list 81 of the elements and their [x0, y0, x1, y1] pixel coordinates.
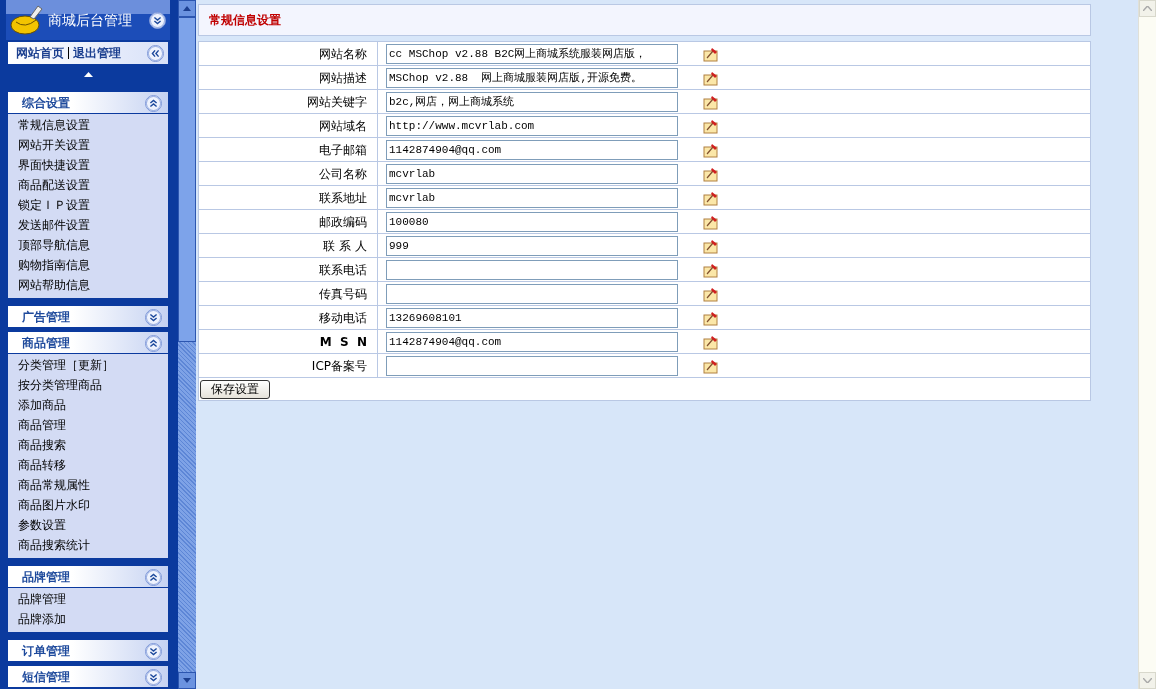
field-label: 网站描述: [319, 70, 368, 85]
edit-note-icon[interactable]: [703, 93, 719, 110]
collapse-icon[interactable]: [149, 11, 166, 29]
field-label: 网站域名: [319, 118, 368, 133]
field-label: 联系地址: [319, 190, 368, 205]
menu-item[interactable]: 锁定ＩＰ设置: [8, 195, 168, 215]
edit-note-icon[interactable]: [703, 309, 719, 326]
input-field[interactable]: MSChop v2.88 网上商城服装网店版,开源免费。: [386, 67, 678, 88]
menu-item[interactable]: 商品转移: [8, 455, 168, 475]
nav-link[interactable]: 网站首页: [16, 44, 64, 62]
edit-note-icon[interactable]: [703, 165, 719, 182]
edit-note-icon[interactable]: [703, 69, 719, 86]
nav-link[interactable]: 退出管理: [73, 44, 121, 62]
edit-note-icon[interactable]: [703, 117, 719, 134]
field-label: M S N: [319, 334, 368, 349]
menu-item[interactable]: 网站开关设置: [8, 135, 168, 155]
menu-item[interactable]: 顶部导航信息: [8, 235, 168, 255]
edit-note-icon[interactable]: [703, 285, 719, 302]
input-field[interactable]: 999: [386, 235, 678, 256]
edit-note-icon[interactable]: [703, 141, 719, 158]
field-label: ICP备案号: [311, 358, 368, 373]
scroll-up-icon[interactable]: [183, 6, 191, 11]
edit-note-icon[interactable]: [703, 189, 719, 206]
input-field[interactable]: cc MSChop v2.88 B2C网上商城系统服装网店版，: [386, 43, 678, 64]
field-label: 电子邮箱: [319, 142, 368, 157]
edit-note-icon[interactable]: [703, 261, 719, 278]
input-field[interactable]: [386, 259, 678, 280]
input-field[interactable]: 100080: [386, 211, 678, 232]
menu-item[interactable]: 分类管理［更新］: [8, 355, 168, 375]
expand-icon[interactable]: [145, 668, 162, 686]
collapse-icon[interactable]: [145, 94, 162, 112]
app-title: 商城后台管理: [48, 10, 133, 30]
panel-title: 常规信息设置: [209, 12, 281, 29]
menu-item[interactable]: 常规信息设置: [8, 115, 168, 135]
input-field[interactable]: 13269608101: [386, 307, 678, 328]
menu-item[interactable]: 网站帮助信息: [8, 275, 168, 295]
field-label: 邮政编码: [319, 214, 368, 229]
menu-item[interactable]: 购物指南信息: [8, 255, 168, 275]
menu-item[interactable]: 商品配送设置: [8, 175, 168, 195]
menu-item[interactable]: 参数设置: [8, 515, 168, 535]
edit-note-icon[interactable]: [703, 213, 719, 230]
expand-icon[interactable]: [145, 308, 162, 326]
field-label: 网站关键字: [307, 94, 368, 109]
menu-item[interactable]: 商品图片水印: [8, 495, 168, 515]
edit-note-icon[interactable]: [703, 357, 719, 374]
collapse-icon[interactable]: [145, 568, 162, 586]
edit-note-icon[interactable]: [703, 45, 719, 62]
edit-note-icon[interactable]: [703, 333, 719, 350]
input-field[interactable]: b2c,网店，网上商城系统: [386, 91, 678, 112]
collapse-icon[interactable]: [147, 44, 164, 62]
input-field[interactable]: mcvrlab: [386, 187, 678, 208]
field-label: 移动电话: [319, 310, 368, 325]
up-triangle-icon[interactable]: [83, 71, 93, 77]
field-label: 公司名称: [319, 166, 368, 181]
collapse-icon[interactable]: [145, 334, 162, 352]
input-field[interactable]: 1142874904@qq.com: [386, 331, 678, 352]
field-label: 传真号码: [319, 286, 368, 301]
expand-icon[interactable]: [145, 642, 162, 660]
scroll-bar[interactable]: [178, 0, 196, 689]
field-label: 联 系 人: [323, 238, 368, 253]
field-label: 联系电话: [319, 262, 368, 277]
logo-icon: [10, 5, 44, 35]
menu-item[interactable]: 界面快捷设置: [8, 155, 168, 175]
input-field[interactable]: 1142874904@qq.com: [386, 139, 678, 160]
menu-item[interactable]: 按分类管理商品: [8, 375, 168, 395]
input-field[interactable]: mcvrlab: [386, 163, 678, 184]
menu-item[interactable]: 商品管理: [8, 415, 168, 435]
field-label: 网站名称: [319, 46, 368, 61]
input-field[interactable]: http://www.mcvrlab.com: [386, 115, 678, 136]
menu-item[interactable]: 商品常规属性: [8, 475, 168, 495]
menu-item[interactable]: 品牌管理: [8, 589, 168, 609]
scroll-down-icon[interactable]: [183, 678, 191, 683]
input-field[interactable]: [386, 355, 678, 376]
menu-item[interactable]: 添加商品: [8, 395, 168, 415]
menu-item[interactable]: 品牌添加: [8, 609, 168, 629]
edit-note-icon[interactable]: [703, 237, 719, 254]
menu-item[interactable]: 发送邮件设置: [8, 215, 168, 235]
menu-item[interactable]: 商品搜索统计: [8, 535, 168, 555]
menu-item[interactable]: 商品搜索: [8, 435, 168, 455]
save-button[interactable]: 保存设置: [200, 379, 270, 399]
input-field[interactable]: [386, 283, 678, 304]
